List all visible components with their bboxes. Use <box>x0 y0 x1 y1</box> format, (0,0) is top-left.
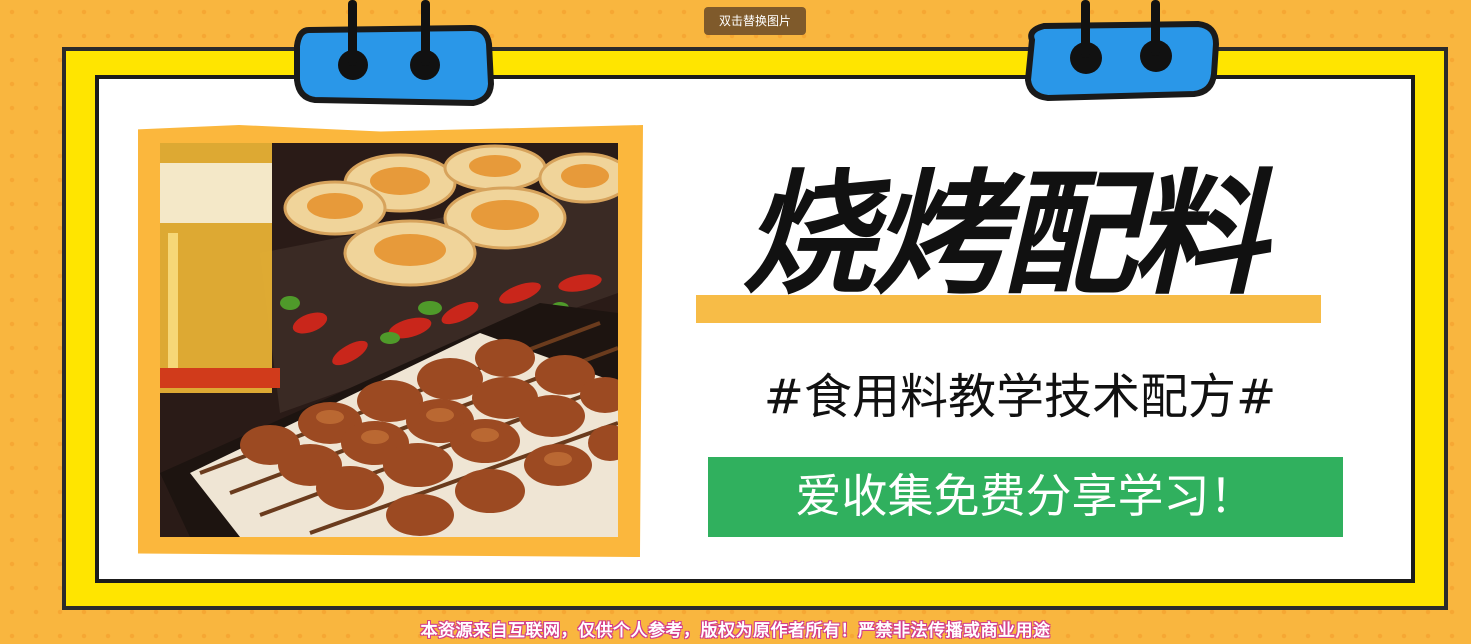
cta-banner: 爱收集免费分享学习！ <box>708 457 1343 537</box>
banner-subtitle: #食用料教学技术配方# <box>763 369 1277 425</box>
copyright-notice: 本资源来自互联网，仅供个人参考，版权为原作者所有！严禁非法传播或商业用途 <box>420 621 1051 641</box>
cta-text: 爱收集免费分享学习！ <box>795 469 1256 523</box>
banner-title: 烧烤配料 <box>734 157 1292 313</box>
replace-image-button[interactable]: 双击替换图片 <box>704 7 806 35</box>
bbq-food-illustration <box>160 143 618 537</box>
title-block: 烧烤配料 <box>688 155 1338 330</box>
left-binder-clip-icon <box>294 0 495 107</box>
bbq-food-photo[interactable] <box>160 143 618 537</box>
right-binder-clip-icon <box>1024 0 1220 102</box>
